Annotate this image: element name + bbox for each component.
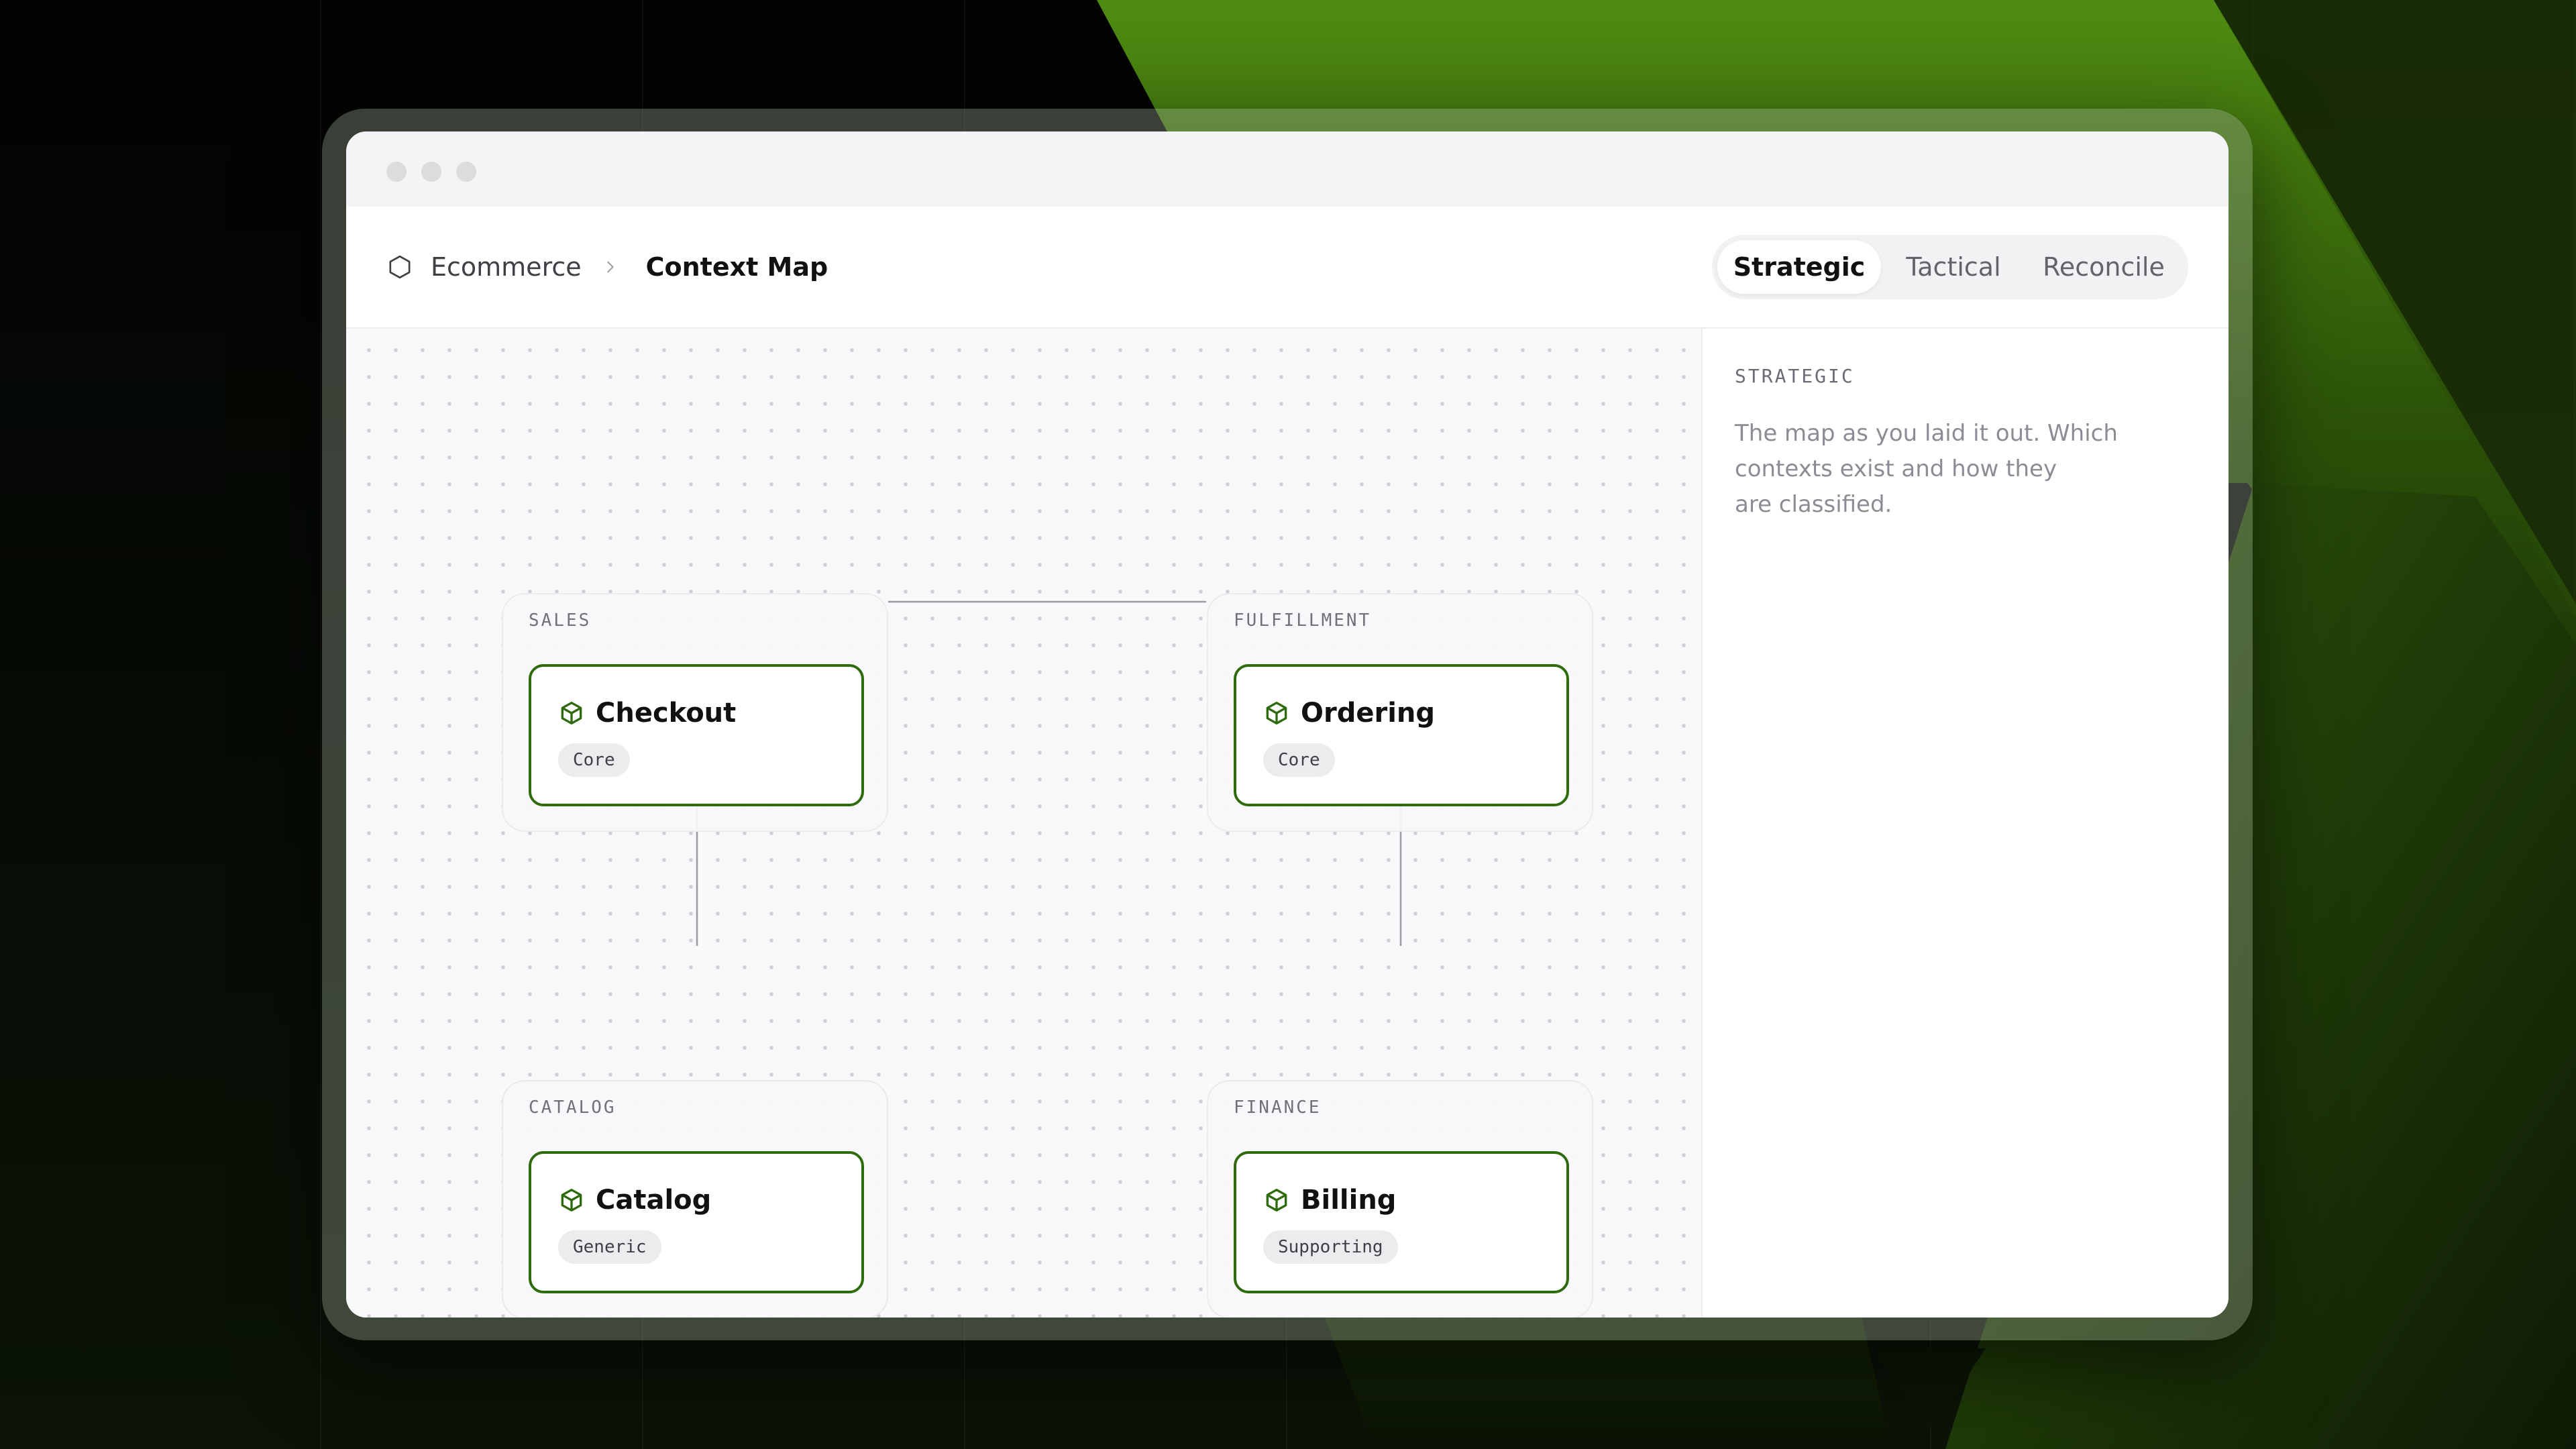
context-name: Catalog xyxy=(596,1185,712,1216)
context-name: Billing xyxy=(1301,1185,1397,1216)
tab-reconcile[interactable]: Reconcile xyxy=(2026,240,2182,294)
minimize-window-button[interactable] xyxy=(421,162,441,182)
app-window: Ecommerce Context Map Strategic Tactical… xyxy=(346,131,2229,1318)
group-label: FULFILLMENT xyxy=(1234,610,1372,631)
traffic-lights xyxy=(386,162,476,182)
context-card-billing[interactable]: Billing Supporting xyxy=(1234,1151,1569,1293)
classification-badge: Core xyxy=(558,743,630,777)
tab-tactical[interactable]: Tactical xyxy=(1881,240,2026,294)
description-line: are classified. xyxy=(1735,491,1892,518)
info-side-panel: STRATEGIC The map as you laid it out. Wh… xyxy=(1703,329,2229,1318)
card-header: Billing xyxy=(1263,1185,1396,1216)
classification-badge: Core xyxy=(1263,743,1335,777)
group-label: FINANCE xyxy=(1234,1097,1322,1118)
card-header: Checkout xyxy=(558,698,736,729)
domain-group-finance: FINANCE Billing Supporting xyxy=(1207,1080,1593,1318)
group-label: CATALOG xyxy=(529,1097,616,1118)
box-icon xyxy=(561,1189,582,1212)
breadcrumb: Ecommerce Context Map xyxy=(386,207,828,327)
context-name: Checkout xyxy=(596,698,737,729)
domain-group-fulfillment: FULFILLMENT Ordering Core xyxy=(1207,593,1593,832)
context-name: Ordering xyxy=(1301,698,1436,729)
box-icon xyxy=(561,702,582,724)
window-titlebar xyxy=(346,131,2229,207)
context-card-catalog[interactable]: Catalog Generic xyxy=(529,1151,864,1293)
breadcrumb-current: Context Map xyxy=(645,252,828,282)
desktop-backdrop: Ecommerce Context Map Strategic Tactical… xyxy=(0,0,2576,1449)
card-header: Ordering xyxy=(1263,698,1435,729)
main-content: SALES Checkout Core FULFILLMENT Ordering… xyxy=(346,329,2229,1318)
context-card-checkout[interactable]: Checkout Core xyxy=(529,664,864,806)
hexagon-icon xyxy=(389,255,411,279)
context-card-ordering[interactable]: Ordering Core xyxy=(1234,664,1569,806)
side-panel-heading: STRATEGIC xyxy=(1735,365,1855,387)
page-header: Ecommerce Context Map Strategic Tactical… xyxy=(346,207,2229,329)
side-panel-description: The map as you laid it out. Which contex… xyxy=(1735,416,2151,523)
zoom-window-button[interactable] xyxy=(456,162,476,182)
chevron-right-icon xyxy=(606,261,614,273)
domain-group-sales: SALES Checkout Core xyxy=(502,593,888,832)
description-line: contexts exist and how they xyxy=(1735,455,2057,482)
view-mode-switcher: Strategic Tactical Reconcile xyxy=(1712,235,2188,299)
close-window-button[interactable] xyxy=(386,162,407,182)
classification-badge: Generic xyxy=(558,1230,661,1264)
card-header: Catalog xyxy=(558,1185,711,1216)
box-icon xyxy=(1266,702,1287,724)
description-line: The map as you laid it out. Which xyxy=(1735,420,2118,447)
domain-group-catalog: CATALOG Catalog Generic xyxy=(502,1080,888,1318)
tab-strategic[interactable]: Strategic xyxy=(1717,240,1881,294)
breadcrumb-root-link[interactable]: Ecommerce xyxy=(431,252,582,282)
context-map-canvas[interactable]: SALES Checkout Core FULFILLMENT Ordering… xyxy=(346,329,1703,1318)
box-icon xyxy=(1266,1189,1287,1212)
group-label: SALES xyxy=(529,610,592,631)
classification-badge: Supporting xyxy=(1263,1230,1398,1264)
